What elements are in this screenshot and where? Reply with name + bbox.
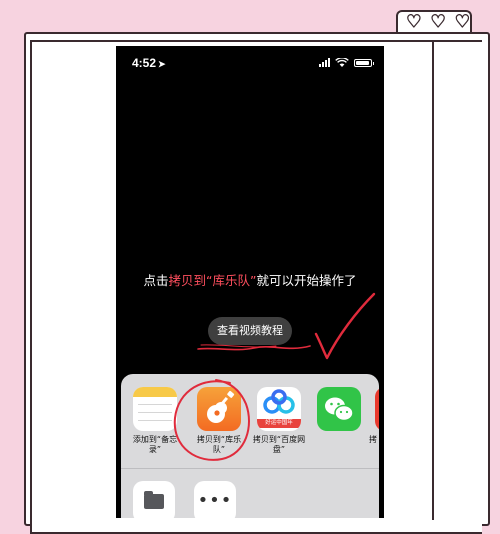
status-bar: 4:52 ➤ xyxy=(116,46,384,80)
baidu-banner: 好运中国年 xyxy=(257,419,301,428)
notes-app-icon xyxy=(133,387,177,431)
wechat-app-icon xyxy=(317,387,361,431)
more-action-button[interactable]: ••• xyxy=(194,481,236,518)
location-arrow-icon: ➤ xyxy=(158,59,166,69)
app-icon-partial xyxy=(375,387,379,431)
heart-icon: ♥ xyxy=(454,12,470,32)
status-time: 4:52 ➤ xyxy=(132,56,166,70)
cellular-signal-icon xyxy=(319,58,330,67)
wifi-icon xyxy=(335,58,349,67)
share-app-notes[interactable]: 添加到“备忘录” xyxy=(127,387,183,455)
share-app-garageband[interactable]: 拷贝到“库乐队” xyxy=(191,387,247,455)
baidu-netdisk-app-icon: 好运中国年 xyxy=(257,387,301,431)
phone-screen: 4:52 ➤ 点击拷贝到“库乐队”就可以开始操作了 查看视频教程 添加到“备忘录… xyxy=(116,46,384,518)
files-action-button[interactable] xyxy=(133,481,175,518)
share-app-partial[interactable]: 拷 xyxy=(369,387,379,445)
share-app-row: 添加到“备忘录” 拷贝到“库乐队” 好运中国年 拷贝到“百度网盘” 拷 xyxy=(121,374,379,470)
instruction-highlight: 拷贝到“库乐队” xyxy=(168,273,257,288)
checkmark-annotation xyxy=(314,292,376,360)
hearts-decoration: ♥ ♥ ♥ xyxy=(406,12,471,32)
view-tutorial-button[interactable]: 查看视频教程 xyxy=(208,317,292,345)
heart-icon: ♥ xyxy=(430,12,446,32)
instruction-text: 点击拷贝到“库乐队”就可以开始操作了 xyxy=(143,273,357,288)
underline-scribble xyxy=(197,345,311,351)
underline-scribble xyxy=(200,344,277,348)
share-app-baidu-netdisk[interactable]: 好运中国年 拷贝到“百度网盘” xyxy=(251,387,307,455)
folder-icon xyxy=(144,491,164,509)
share-sheet-divider xyxy=(121,468,379,469)
battery-icon xyxy=(354,59,374,67)
more-icon: ••• xyxy=(197,490,233,511)
share-sheet: 添加到“备忘录” 拷贝到“库乐队” 好运中国年 拷贝到“百度网盘” 拷 ••• xyxy=(121,374,379,518)
heart-icon: ♥ xyxy=(406,12,422,32)
share-app-wechat[interactable] xyxy=(311,387,367,435)
frame-rule xyxy=(432,40,434,520)
status-icons xyxy=(319,58,374,67)
garageband-app-icon xyxy=(197,387,241,431)
